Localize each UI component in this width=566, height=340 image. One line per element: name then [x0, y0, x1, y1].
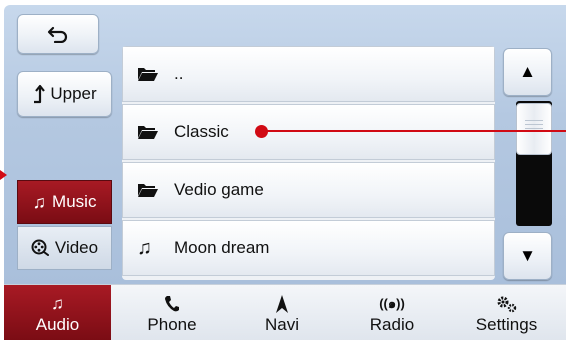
film-reel-icon — [31, 239, 49, 256]
tab-radio[interactable]: ((๑)) Radio — [337, 285, 447, 340]
tab-phone-label: Phone — [147, 314, 197, 334]
callout-line — [262, 130, 566, 132]
list-item[interactable]: .. — [122, 46, 495, 102]
music-note-icon: ♫ — [32, 191, 47, 212]
audio-browser-screen: Upper ♫ Music Video .. Classic Vedio gam… — [0, 0, 566, 340]
upper-button-label: Upper — [50, 84, 97, 103]
back-button[interactable] — [17, 14, 99, 54]
list-item-label: Moon dream — [174, 238, 270, 257]
list-item-label: Classic — [174, 122, 229, 141]
folder-icon — [137, 182, 159, 198]
tab-settings-label: Settings — [475, 314, 538, 334]
scroll-down-button[interactable]: ▼ — [503, 232, 552, 280]
triangle-down-icon: ▼ — [519, 246, 536, 265]
up-arrow-icon — [34, 84, 46, 104]
tab-navi[interactable]: Navi — [227, 285, 337, 340]
tab-navi-label: Navi — [264, 314, 299, 334]
list-item[interactable]: ♫ Moon dream — [122, 220, 495, 276]
tab-phone[interactable]: Phone — [117, 285, 227, 340]
list-item-label: .. — [174, 64, 184, 83]
list-item-label: Vedio game — [174, 180, 264, 199]
scrollbar-thumb[interactable] — [516, 103, 552, 155]
folder-icon — [137, 66, 159, 82]
upper-button[interactable]: Upper — [17, 71, 112, 117]
callout-arrow — [0, 170, 7, 180]
back-arrow-icon — [47, 26, 68, 43]
gears-icon — [497, 296, 516, 312]
radio-antenna-icon: ((๑)) — [379, 296, 405, 311]
music-note-icon: ♫ — [51, 294, 64, 313]
tab-video[interactable]: Video — [17, 226, 112, 270]
tab-audio-label: Audio — [35, 314, 80, 334]
list-item[interactable]: Classic — [122, 104, 495, 160]
scroll-up-button[interactable]: ▲ — [503, 48, 552, 96]
tab-music-label: Music — [52, 192, 97, 211]
bottom-tab-bar: ♫ Audio Phone Navi ((๑)) Radio Settings — [4, 284, 566, 340]
tab-radio-label: Radio — [369, 314, 415, 334]
callout-dot — [255, 125, 268, 138]
tab-audio[interactable]: ♫ Audio — [4, 285, 111, 340]
tab-music[interactable]: ♫ Music — [17, 180, 112, 224]
tab-settings[interactable]: Settings — [447, 285, 566, 340]
triangle-up-icon: ▲ — [519, 62, 536, 81]
navigation-arrow-icon — [276, 294, 288, 313]
folder-icon — [137, 124, 159, 140]
phone-icon — [165, 295, 179, 311]
tab-video-label: Video — [54, 238, 99, 257]
file-list: .. Classic Vedio game ♫ Moon dream — [122, 46, 495, 280]
list-item[interactable]: Vedio game — [122, 162, 495, 218]
music-note-icon: ♫ — [137, 237, 152, 259]
